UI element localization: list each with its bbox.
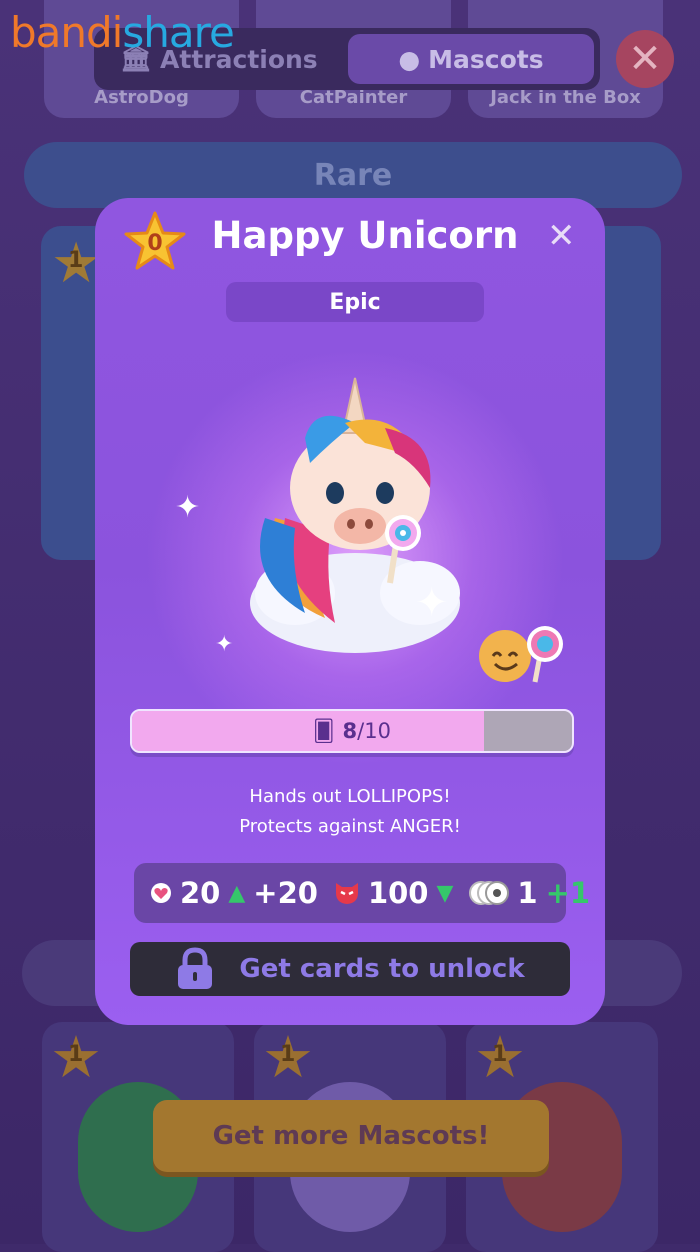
mascot-title: Happy Unicorn (211, 214, 519, 257)
card-level: 1 (68, 248, 84, 273)
arrow-down-icon: ▼ (436, 880, 454, 906)
get-more-mascots-button[interactable]: Get more Mascots! (153, 1100, 549, 1172)
mascot-detail-dialog: 0 Happy Unicorn ✕ Epic ✦ ✦ ✦ 🂠 8/10 Hand… (95, 198, 605, 1025)
card-name: CatPainter (299, 87, 408, 108)
mascot-stats-panel: 20 ▲ +20 100 ▼ 1 +1 (134, 863, 590, 923)
card-level: 1 (68, 1042, 84, 1067)
progress-current: 8 (342, 719, 358, 743)
level-star-badge: 0 (123, 210, 187, 274)
description-line: Protects against ANGER! (239, 816, 461, 837)
mascot-icon: ● (398, 44, 421, 74)
arrow-up-icon: ▲ (228, 880, 246, 906)
get-cards-to-unlock-button[interactable]: Get cards to unlock (130, 942, 570, 996)
sparkle-icon: ✦ (215, 632, 234, 657)
close-icon: ✕ (547, 216, 576, 256)
rarity-badge: Epic (226, 282, 484, 322)
card-name: Jack in the Box (490, 87, 641, 108)
anger-mask-icon (334, 881, 360, 905)
mascot-description: Hands out LOLLIPOPS! Protects against AN… (135, 782, 565, 842)
card-level: 1 (492, 1042, 508, 1067)
card-icon: 🂠 (313, 719, 335, 743)
tab-mascots[interactable]: ● Mascots (348, 34, 594, 84)
progress-label: 🂠 8/10 (132, 711, 572, 751)
lollipop-emoji-icon (479, 626, 563, 683)
card-progress-bar: 🂠 8/10 (130, 709, 574, 753)
guests-icon (469, 880, 510, 906)
tab-label: Mascots (428, 44, 544, 74)
anger-value: 100 (367, 876, 429, 910)
watermark-logo: bandishare (10, 8, 235, 57)
close-screen-button[interactable]: ✕ (616, 30, 674, 88)
progress-total: /10 (357, 719, 391, 743)
description-line: Hands out LOLLIPOPS! (249, 786, 451, 807)
card-name: AstroDog (94, 87, 189, 108)
hearts-bonus: +20 (253, 876, 318, 910)
close-dialog-button[interactable]: ✕ (547, 216, 576, 256)
sparkle-icon: ✦ (415, 580, 449, 626)
close-icon: ✕ (628, 36, 662, 82)
mascot-level: 0 (147, 231, 163, 256)
lock-icon (178, 947, 213, 989)
hearts-value: 20 (180, 876, 221, 910)
unlock-label: Get cards to unlock (239, 954, 525, 984)
guests-bonus: +1 (545, 876, 591, 910)
sparkle-icon: ✦ (175, 490, 201, 525)
guests-value: 1 (517, 876, 538, 910)
card-level: 1 (280, 1042, 296, 1067)
heart-icon (150, 882, 172, 904)
